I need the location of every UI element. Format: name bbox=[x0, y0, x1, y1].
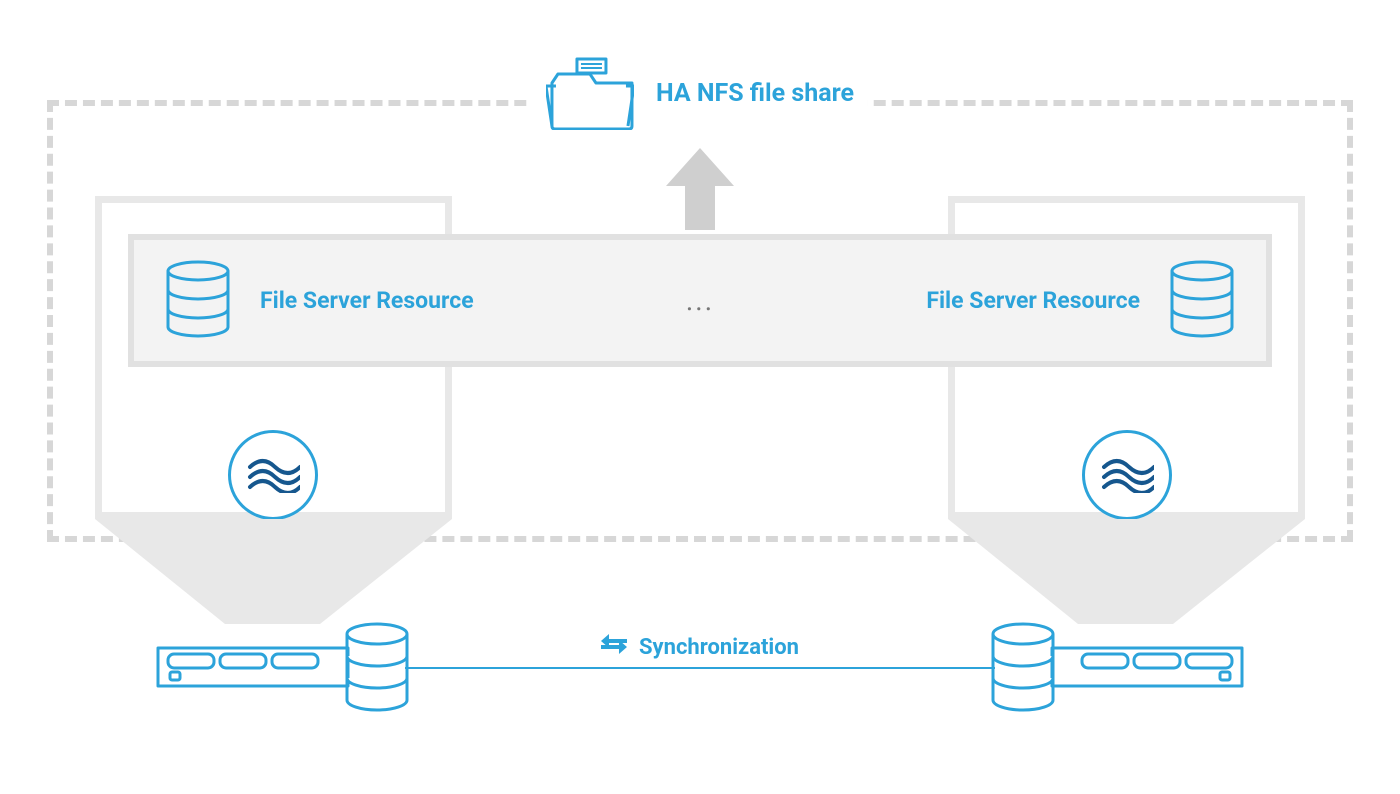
resource-right: File Server Resource bbox=[926, 260, 1236, 342]
arrow-up-icon bbox=[666, 148, 734, 234]
synchronization-label: Synchronization bbox=[639, 635, 799, 660]
ellipsis: ... bbox=[686, 284, 714, 317]
diagram-stage: File Server Resource ... File Server Res… bbox=[0, 0, 1400, 794]
folder-icon bbox=[546, 52, 634, 134]
ha-logo-right bbox=[1082, 430, 1172, 520]
ha-nfs-share-header: HA NFS file share bbox=[532, 52, 868, 134]
synchronization-label-group: Synchronization bbox=[591, 632, 809, 662]
server-hardware-left bbox=[156, 622, 412, 720]
ha-logo-left bbox=[228, 430, 318, 520]
file-server-resource-bar: File Server Resource ... File Server Res… bbox=[128, 234, 1272, 367]
server-hardware-right bbox=[988, 622, 1244, 720]
sync-arrows-icon bbox=[601, 632, 627, 662]
storage-icon bbox=[1168, 260, 1236, 342]
synchronization-link bbox=[405, 667, 995, 669]
resource-left: File Server Resource bbox=[164, 260, 474, 342]
resource-right-label: File Server Resource bbox=[926, 287, 1140, 314]
diagram-title: HA NFS file share bbox=[656, 79, 854, 108]
resource-left-label: File Server Resource bbox=[260, 287, 474, 314]
storage-icon bbox=[164, 260, 232, 342]
